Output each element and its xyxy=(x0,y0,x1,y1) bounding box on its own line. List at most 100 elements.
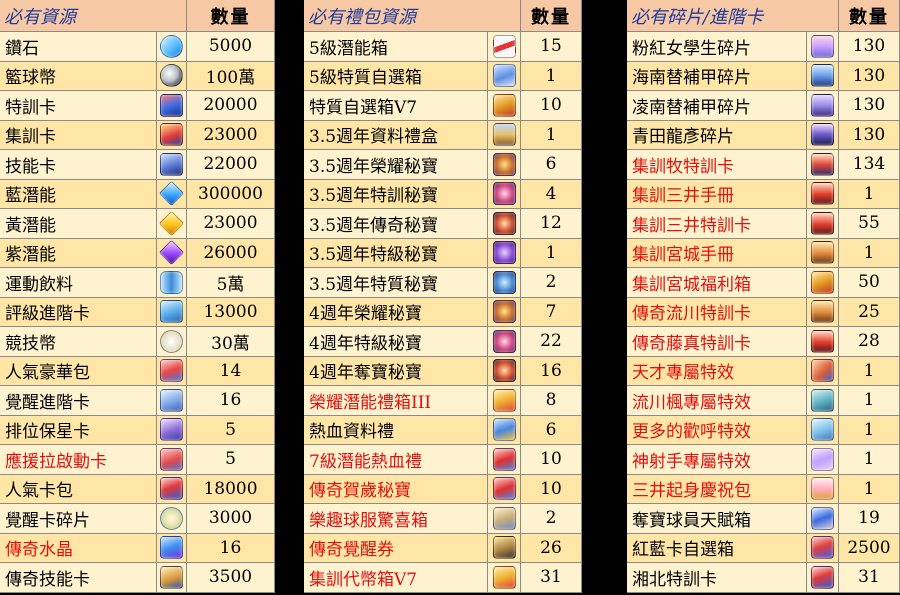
table-row: 紅藍卡自選箱 2500 xyxy=(627,533,900,563)
item-qty: 100萬 xyxy=(187,61,275,91)
yellow-potential-gem-icon xyxy=(158,210,185,236)
item-qty: 25 xyxy=(839,297,900,327)
item-name: 集訓三井特訓卡 xyxy=(627,209,807,239)
jersey-surprise-box-icon xyxy=(492,506,516,530)
glory-treasure-icon xyxy=(492,152,516,176)
item-qty: 1 xyxy=(521,120,582,150)
table-row: 人氣豪華包 14 xyxy=(0,356,275,386)
item-name: 特訓卡 xyxy=(0,91,157,121)
item-qty: 2500 xyxy=(839,533,900,563)
item-name: 集訓三井手冊 xyxy=(627,179,807,209)
item-name: 傳奇流川特訓卡 xyxy=(627,297,807,327)
item-icon-cell xyxy=(807,327,839,357)
item-qty: 1 xyxy=(839,386,900,416)
skill-card-icon xyxy=(160,152,183,176)
loot-treasure-4th-icon xyxy=(492,359,516,383)
ryonan-sub-shard-icon xyxy=(811,93,834,117)
table-row: 覺醒進階卡 16 xyxy=(0,386,275,416)
table-row: 鑽石 5000 xyxy=(0,32,275,62)
awaken-card-shard-icon xyxy=(160,506,183,530)
maki-training-card-icon xyxy=(811,152,834,176)
item-qty: 16 xyxy=(187,533,275,563)
table-row: 3.5週年特級秘寶 1 xyxy=(304,238,582,268)
item-name: 人氣卡包 xyxy=(0,474,157,504)
item-icon-cell xyxy=(807,61,839,91)
item-icon-cell xyxy=(488,209,521,239)
table-row: 傳奇水晶 16 xyxy=(0,533,275,563)
item-icon-cell xyxy=(157,238,187,268)
item-icon-cell xyxy=(488,297,521,327)
item-icon-cell xyxy=(807,356,839,386)
item-qty: 300000 xyxy=(187,179,275,209)
table-shards-advance-cards: 必有碎片/進階卡 數量 粉紅女學生碎片 130 海南替補甲碎片 130 凌南替補甲碎片 130… xyxy=(627,0,900,595)
item-icon-cell xyxy=(488,563,521,593)
table-row: 特訓卡 20000 xyxy=(0,91,275,121)
table-row: 集訓卡 23000 xyxy=(0,120,275,150)
item-icon-cell xyxy=(488,32,521,62)
item-qty: 26 xyxy=(521,533,582,563)
training-treasure-icon xyxy=(492,182,516,206)
genius-effect-icon xyxy=(811,359,834,383)
item-name: 7級潛能熱血禮 xyxy=(304,445,488,475)
aota-shard-icon xyxy=(811,123,834,147)
item-icon-cell xyxy=(488,415,521,445)
item-name: 神射手專屬特效 xyxy=(627,445,807,475)
item-qty: 1 xyxy=(839,445,900,475)
item-qty: 6 xyxy=(521,415,582,445)
table-row: 籃球幣 100萬 xyxy=(0,61,275,91)
item-icon-cell xyxy=(488,120,521,150)
item-qty: 50 xyxy=(839,268,900,298)
table-row: 4週年榮耀秘寶 7 xyxy=(304,297,582,327)
table-row: 集訓牧特訓卡 134 xyxy=(627,150,900,180)
fujima-training-card-icon xyxy=(811,329,834,353)
table-row: 集訓宮城福利箱 50 xyxy=(627,268,900,298)
table-gift-resources: 必有禮包資源 數量 5級潛能箱 15 5級特質自選箱 1 特質自選箱V7 10 3.5週年資料禮… xyxy=(304,0,582,595)
item-name: 粉紅女學生碎片 xyxy=(627,32,807,62)
item-name: 鑽石 xyxy=(0,32,157,62)
item-icon-cell xyxy=(807,150,839,180)
item-qty: 1 xyxy=(839,356,900,386)
item-name: 3.5週年資料禮盒 xyxy=(304,120,488,150)
trait-treasure-icon xyxy=(492,270,516,294)
rank-advance-card-icon xyxy=(160,300,183,324)
table-row: 集訓宮城手冊 1 xyxy=(627,238,900,268)
header-qty-cell: 數量 xyxy=(839,0,900,32)
item-name: 湘北特訓卡 xyxy=(627,563,807,593)
item-name: 覺醒進階卡 xyxy=(0,386,157,416)
table-row: 特質自選箱V7 10 xyxy=(304,91,582,121)
glory-potential-gift-box-icon xyxy=(492,388,516,412)
item-qty: 14 xyxy=(187,356,275,386)
mitsui-training-card-icon xyxy=(811,211,834,235)
table-row: 三井起身慶祝包 1 xyxy=(627,474,900,504)
table-row: 傳奇賀歲秘寶 10 xyxy=(304,474,582,504)
item-icon-cell xyxy=(488,386,521,416)
table-row: 流川楓專屬特效 1 xyxy=(627,386,900,416)
item-icon-cell xyxy=(807,504,839,534)
item-qty: 130 xyxy=(839,120,900,150)
item-name: 3.5週年特訓秘寶 xyxy=(304,179,488,209)
item-icon-cell xyxy=(488,356,521,386)
table-row: 凌南替補甲碎片 130 xyxy=(627,91,900,121)
item-qty: 1 xyxy=(839,474,900,504)
item-icon-cell xyxy=(157,563,187,593)
item-qty: 15 xyxy=(521,32,582,62)
sharpshooter-effect-icon xyxy=(811,447,834,471)
item-qty: 2 xyxy=(521,504,582,534)
item-qty: 10 xyxy=(521,474,582,504)
item-qty: 30萬 xyxy=(187,327,275,357)
item-name: 奪寶球員天賦箱 xyxy=(627,504,807,534)
item-name: 榮耀潛能禮箱III xyxy=(304,386,488,416)
item-qty: 22000 xyxy=(187,150,275,180)
item-icon-cell xyxy=(807,563,839,593)
item-qty: 134 xyxy=(839,150,900,180)
item-name: 藍潛能 xyxy=(0,179,157,209)
item-name: 5級潛能箱 xyxy=(304,32,488,62)
item-qty: 16 xyxy=(187,386,275,416)
cheer-activation-card-icon xyxy=(160,447,183,471)
item-qty: 55 xyxy=(839,209,900,239)
item-name: 3.5週年特質秘寶 xyxy=(304,268,488,298)
item-icon-cell xyxy=(488,91,521,121)
item-name: 青田龍彥碎片 xyxy=(627,120,807,150)
item-name: 人氣豪華包 xyxy=(0,356,157,386)
item-qty: 16 xyxy=(521,356,582,386)
